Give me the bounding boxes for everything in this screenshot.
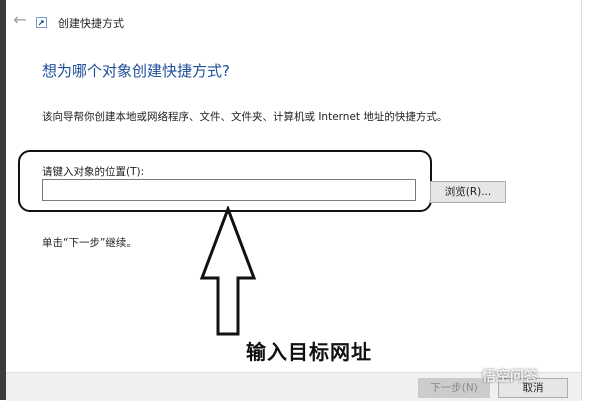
browse-button[interactable]: 浏览(R)... [430, 181, 506, 203]
next-button[interactable]: 下一步(N) [418, 378, 490, 398]
window-right-edge [581, 0, 600, 400]
location-label: 请键入对象的位置(T): [42, 166, 145, 178]
wizard-heading: 想为哪个对象创建快捷方式? [42, 62, 230, 80]
window-title: 创建快捷方式 [58, 17, 124, 30]
up-arrow-icon [199, 206, 257, 336]
shortcut-app-icon [36, 17, 47, 28]
annotation-caption: 输入目标网址 [246, 340, 372, 364]
back-arrow-icon[interactable]: ← [10, 10, 30, 30]
continue-hint: 单击“下一步”继续。 [42, 237, 137, 249]
location-input[interactable] [42, 179, 416, 201]
watermark: 悟空问答 [482, 369, 538, 385]
wizard-description: 该向导帮你创建本地或网络程序、文件、文件夹、计算机或 Internet 地址的快… [42, 111, 448, 123]
